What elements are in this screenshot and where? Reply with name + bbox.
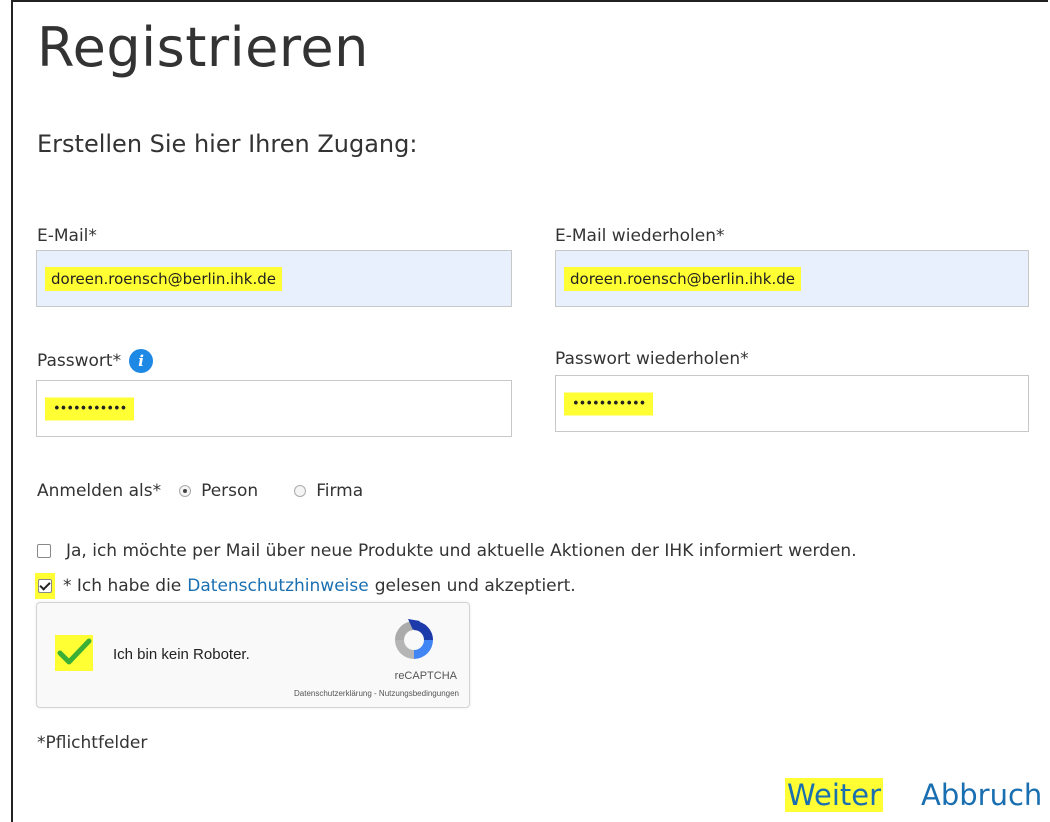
password-field[interactable]: ••••••••••• [36, 380, 512, 437]
password-label-row: Passwort* i [37, 349, 154, 373]
email-repeat-label: E-Mail wiederholen* [555, 226, 725, 246]
recaptcha-widget: Ich bin kein Roboter. reCAPTCHA Datensch… [36, 602, 470, 708]
newsletter-label: Ja, ich möchte per Mail über neue Produk… [66, 541, 857, 561]
email-repeat-value: doreen.roensch@berlin.ihk.de [564, 266, 801, 291]
password-repeat-field[interactable]: ••••••••••• [555, 375, 1029, 432]
privacy-row: * Ich habe die Datenschutzhinweise geles… [35, 573, 576, 599]
privacy-checkbox[interactable] [38, 579, 52, 593]
page-subtitle: Erstellen Sie hier Ihren Zugang: [37, 130, 418, 158]
radio-person-label[interactable]: Person [201, 481, 258, 501]
required-note: *Pflichtfelder [37, 733, 148, 753]
privacy-checkbox-highlight [35, 573, 55, 599]
newsletter-checkbox[interactable] [37, 544, 51, 558]
privacy-prefix: * Ich habe die [63, 576, 182, 596]
password-value: ••••••••••• [45, 397, 135, 420]
newsletter-row: Ja, ich möchte per Mail über neue Produk… [37, 541, 857, 561]
register-as-label: Anmelden als* [37, 481, 162, 501]
privacy-link[interactable]: Datenschutzhinweise [187, 576, 368, 596]
radio-firma[interactable] [294, 485, 307, 497]
email-value: doreen.roensch@berlin.ihk.de [45, 266, 282, 291]
recaptcha-footer[interactable]: Datenschutzerklärung - Nutzungsbedingung… [294, 689, 459, 698]
radio-firma-label[interactable]: Firma [316, 481, 363, 501]
privacy-suffix: gelesen und akzeptiert. [374, 576, 576, 596]
password-label: Passwort* [37, 351, 122, 371]
next-button[interactable]: Weiter [785, 778, 884, 812]
email-field[interactable]: doreen.roensch@berlin.ihk.de [36, 250, 512, 307]
password-repeat-value: ••••••••••• [564, 392, 654, 415]
page-title: Registrieren [37, 16, 369, 79]
radio-person[interactable] [179, 485, 192, 497]
recaptcha-brand: reCAPTCHA [394, 670, 457, 682]
email-label: E-Mail* [37, 226, 97, 246]
captcha-label: Ich bin kein Roboter. [113, 646, 250, 663]
checkmark-icon[interactable] [55, 635, 93, 671]
info-icon[interactable]: i [129, 349, 154, 373]
password-repeat-label: Passwort wiederholen* [555, 349, 749, 369]
email-repeat-field[interactable]: doreen.roensch@berlin.ihk.de [555, 250, 1029, 307]
cancel-button[interactable]: Abbruch [921, 778, 1042, 812]
recaptcha-logo-icon [391, 617, 437, 667]
register-as-row: Anmelden als* Person Firma [37, 481, 363, 501]
